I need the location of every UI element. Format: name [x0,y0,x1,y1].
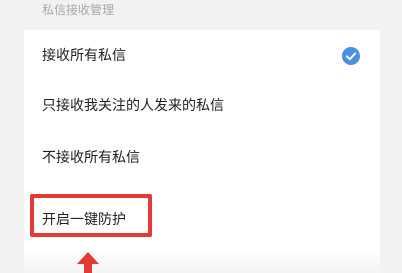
option-label: 只接收我关注的人发来的私信 [42,98,224,114]
option-receive-all[interactable]: 接收所有私信 [24,30,380,82]
option-label: 不接收所有私信 [42,150,140,166]
annotation-highlight-box [30,194,152,237]
option-receive-none[interactable]: 不接收所有私信 [24,132,380,184]
section-title: 私信接收管理 [42,3,115,17]
arrow-up-icon [77,252,99,273]
option-receive-following[interactable]: 只接收我关注的人发来的私信 [24,80,380,132]
option-label: 接收所有私信 [42,48,126,64]
section-header: 私信接收管理 [0,0,402,30]
check-circle-icon [342,47,360,65]
